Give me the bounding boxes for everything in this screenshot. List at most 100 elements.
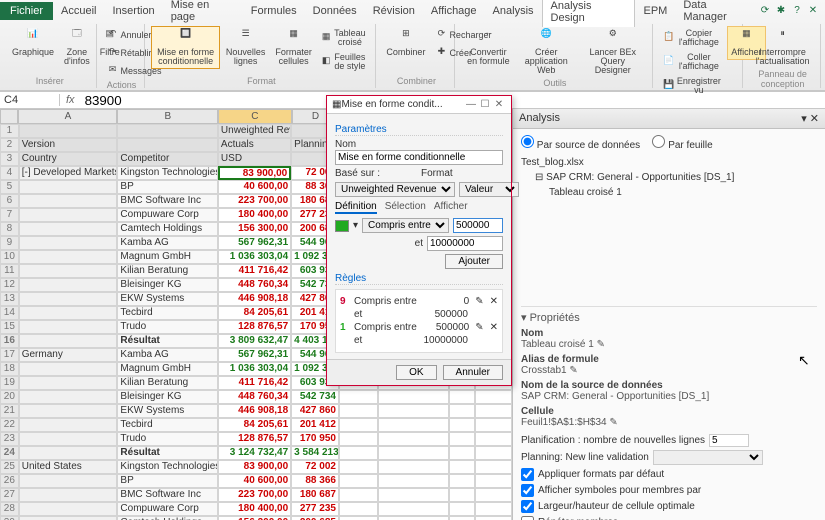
group-combiner-label: Combiner <box>382 76 450 86</box>
conditional-format-icon: 🔲 <box>177 29 195 47</box>
value1-input[interactable] <box>453 218 503 233</box>
rules-list: 9 Compris entre0 ✎✕ et500000 1 Compris e… <box>335 289 503 353</box>
annuler-button[interactable]: Annuler <box>443 365 503 380</box>
et-label: et <box>335 238 423 249</box>
group-format-label: Format <box>151 76 371 86</box>
tab-revision[interactable]: Révision <box>365 2 423 20</box>
table-row[interactable]: 28Compuware Corp180 400,00277 235 <box>0 502 512 516</box>
tab-epm[interactable]: EPM <box>635 2 675 20</box>
graphique-button[interactable]: 📊Graphique <box>8 26 58 60</box>
rule-delete-icon[interactable]: ✕ <box>490 322 498 333</box>
chk-optimal-size[interactable]: Largeur/hauteur de cellule optimale <box>521 500 817 513</box>
operator-select[interactable]: Compris entre <box>362 218 449 233</box>
creer-app-web-button[interactable]: 🌐Créer application Web <box>517 26 575 78</box>
par-feuille-radio[interactable]: Par feuille <box>652 140 712 151</box>
tree-crosstab[interactable]: Tableau croisé 1 <box>521 185 817 200</box>
properties-header[interactable]: Propriétés <box>530 312 580 324</box>
tab-definition[interactable]: Définition <box>335 201 377 214</box>
nouvelles-lignes-button[interactable]: ☰Nouvelles lignes <box>222 26 270 69</box>
tab-selection[interactable]: Sélection <box>385 201 426 214</box>
copier-affichage-button[interactable]: 📋Copier l'affichage <box>659 26 725 50</box>
help-icon[interactable]: ? <box>791 5 803 17</box>
tab-donnees[interactable]: Données <box>305 2 365 20</box>
newline-validation-select[interactable] <box>653 450 763 465</box>
col-header-b[interactable]: B <box>117 109 218 124</box>
table-row[interactable]: 22Tecbird84 205,61201 412 <box>0 418 512 432</box>
dialog-minimize-icon[interactable]: — <box>464 99 478 110</box>
swatch-dropdown-icon[interactable]: ▾ <box>353 220 358 231</box>
rule-item[interactable]: 1 Compris entre500000 ✎✕ <box>340 322 498 333</box>
color-swatch[interactable] <box>335 220 349 232</box>
datasource-tree[interactable]: Test_blog.xlsx ⊟ SAP CRM: General - Oppo… <box>521 155 817 200</box>
value2-input[interactable] <box>427 236 503 251</box>
table-row[interactable]: 27BMC Software Inc223 700,00180 687 <box>0 488 512 502</box>
chk-repeat-members[interactable]: Répéter membres <box>521 516 817 520</box>
zone-infos-button[interactable]: 🗔Zone d'infos <box>60 26 94 69</box>
tree-datasource[interactable]: ⊟ SAP CRM: General - Opportunities [DS_1… <box>521 170 817 185</box>
col-header-a[interactable]: A <box>18 109 117 124</box>
panel-header: Analysis ▾ ✕ <box>513 109 825 129</box>
planning-lines-input[interactable] <box>709 434 749 447</box>
nom-input[interactable] <box>335 150 503 165</box>
tab-mise-en-page[interactable]: Mise en page <box>163 0 243 26</box>
tab-file[interactable]: Fichier <box>0 2 53 20</box>
redo-icon: ↷ <box>107 47 119 59</box>
tab-data-manager[interactable]: Data Manager <box>675 0 759 26</box>
formater-cellules-button[interactable]: ▦Formater cellules <box>271 26 316 69</box>
undo-icon: ↶ <box>107 29 119 41</box>
lancer-bex-button[interactable]: ⚙Lancer BEx Query Designer <box>577 26 648 78</box>
close-icon[interactable]: ✕ <box>807 5 819 17</box>
paste-icon: 📄 <box>663 56 674 68</box>
panel-close-icon[interactable]: ✕ <box>810 113 819 125</box>
dialog-close-icon[interactable]: ✕ <box>492 99 506 110</box>
rule-index-9: 9 <box>340 296 348 307</box>
combiner-button[interactable]: ⊞Combiner <box>382 26 429 60</box>
tab-formules[interactable]: Formules <box>243 2 305 20</box>
tree-file[interactable]: Test_blog.xlsx <box>521 155 817 170</box>
rule-edit-icon[interactable]: ✎ <box>475 322 483 333</box>
table-row[interactable]: 29Camtech Holdings156 300,00200 685 <box>0 516 512 520</box>
chart-icon: 📊 <box>24 29 42 47</box>
format-select[interactable]: Valeur <box>459 182 519 197</box>
name-box[interactable]: C4 <box>0 94 60 106</box>
tab-affichage[interactable]: Affichage <box>423 2 485 20</box>
chk-default-formats[interactable]: Appliquer formats par défaut <box>521 468 817 481</box>
tab-afficher[interactable]: Afficher <box>434 201 468 214</box>
col-header-c[interactable]: C <box>218 109 291 124</box>
dialog-titlebar[interactable]: ▦ Mise en forme condit... — ☐ ✕ <box>327 96 511 114</box>
dialog-maximize-icon[interactable]: ☐ <box>478 99 492 110</box>
mise-en-forme-conditionnelle-button[interactable]: 🔲Mise en forme conditionnelle <box>151 26 219 69</box>
base-select[interactable]: Unweighted Revenue <box>335 182 455 197</box>
settings-icon[interactable]: ✱ <box>775 5 787 17</box>
panel-dropdown-icon[interactable]: ▾ <box>801 113 807 125</box>
feuilles-style-button[interactable]: ◧Feuilles de style <box>318 50 372 74</box>
rule-delete-icon[interactable]: ✕ <box>490 296 498 307</box>
fx-icon[interactable]: fx <box>60 94 81 106</box>
select-all-corner[interactable] <box>0 109 18 124</box>
ajouter-button[interactable]: Ajouter <box>445 254 503 269</box>
table-row[interactable]: 26BP40 600,0088 366 <box>0 474 512 488</box>
interrompre-button[interactable]: ⏸Interrompre l'actualisation <box>749 26 816 69</box>
table-row[interactable]: 24Résultat3 124 732,473 584 213 <box>0 446 512 460</box>
planning-lines-label: Planification : nombre de nouvelles lign… <box>521 435 705 446</box>
rule-item[interactable]: 9 Compris entre0 ✎✕ <box>340 296 498 307</box>
convertir-formule-button[interactable]: 🙮Convertir en formule <box>461 26 515 69</box>
tab-accueil[interactable]: Accueil <box>53 2 104 20</box>
table-row[interactable]: 20Bleisinger KG448 760,34542 734 <box>0 390 512 404</box>
chk-show-symbols[interactable]: Afficher symboles pour membres par <box>521 484 817 497</box>
table-row[interactable]: 21EKW Systems446 908,18427 860 <box>0 404 512 418</box>
ok-button[interactable]: OK <box>396 365 436 380</box>
prop-alias-label: Alias de formule <box>521 354 817 365</box>
table-row[interactable]: 23Trudo128 876,57170 950 <box>0 432 512 446</box>
tab-analysis-design[interactable]: Analysis Design <box>542 0 636 27</box>
refresh-icon[interactable]: ⟳ <box>759 5 771 17</box>
panel-title: Analysis <box>519 112 560 125</box>
par-source-radio[interactable]: Par source de données <box>521 140 640 151</box>
tableau-croise-button[interactable]: ▦Tableau croisé <box>318 26 372 50</box>
table-row[interactable]: 25United StatesKingston Technologies83 9… <box>0 460 512 474</box>
coller-affichage-button[interactable]: 📄Coller l'affichage <box>659 50 725 74</box>
tab-analysis[interactable]: Analysis <box>485 2 542 20</box>
tab-insertion[interactable]: Insertion <box>104 2 162 20</box>
conditional-format-dialog: ▦ Mise en forme condit... — ☐ ✕ Paramètr… <box>326 95 512 386</box>
rule-edit-icon[interactable]: ✎ <box>475 296 483 307</box>
